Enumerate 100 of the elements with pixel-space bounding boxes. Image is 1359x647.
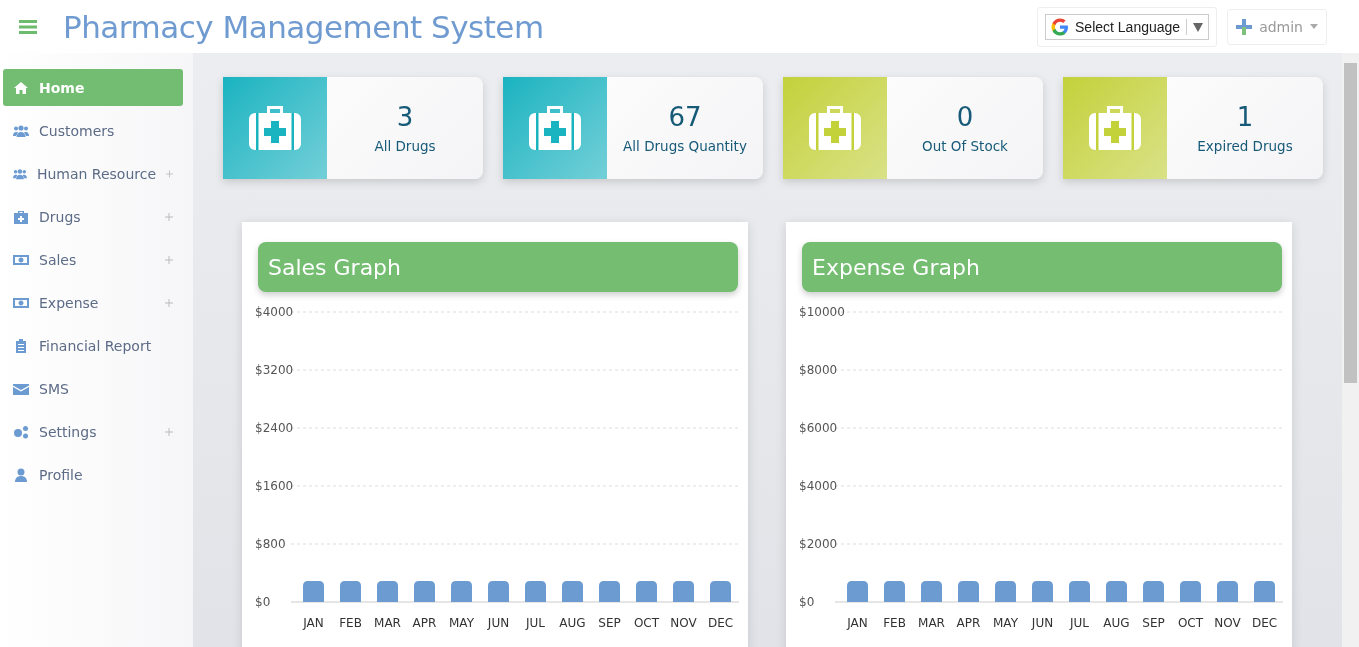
bar: [1032, 581, 1053, 602]
axis-tick-label: JUN: [1031, 616, 1054, 630]
caret-icon: [1310, 24, 1318, 29]
bar: [525, 581, 546, 602]
axis-tick-label: $0: [799, 595, 815, 609]
chart-header: Sales Graph: [258, 242, 738, 292]
medical-kit-icon: [529, 106, 581, 150]
bar: [1180, 581, 1201, 602]
stat-value: 0: [956, 102, 974, 132]
bar: [1106, 581, 1127, 602]
app-title: Pharmacy Management System: [63, 8, 544, 45]
google-logo-icon: [1051, 17, 1070, 36]
bar: [377, 581, 398, 602]
sidebar-item[interactable]: Financial Report: [3, 327, 183, 364]
scrollbar[interactable]: [1342, 53, 1359, 647]
plus-icon: [165, 298, 173, 307]
axis-tick-label: $2000: [799, 537, 838, 551]
bar: [488, 581, 509, 602]
bar: [1217, 581, 1238, 602]
dropdown-arrow-icon: [1193, 21, 1204, 32]
medical-kit-icon: [1089, 106, 1141, 150]
axis-tick-label: APR: [956, 616, 981, 630]
medical-kit-icon: [13, 209, 29, 224]
axis-tick-label: MAY: [993, 616, 1018, 630]
plus-icon: [166, 169, 173, 178]
axis-tick-label: $3200: [255, 363, 294, 377]
sidebar-item[interactable]: Expense: [3, 284, 183, 321]
axis-tick-label: OCT: [633, 616, 660, 630]
axis-tick-label: NOV: [1214, 616, 1241, 630]
axis-tick-label: OCT: [1177, 616, 1204, 630]
sidebar-item[interactable]: Settings: [3, 413, 183, 450]
axis-tick-label: MAY: [449, 616, 474, 630]
stat-label: Out Of Stock: [922, 138, 1008, 154]
axis-tick-label: MAR: [374, 616, 401, 630]
bar: [921, 581, 942, 602]
bar: [414, 581, 435, 602]
axis-tick-label: $2400: [255, 421, 294, 435]
axis-tick-label: $4000: [255, 305, 294, 319]
sidebar-item[interactable]: Sales: [3, 241, 183, 278]
bar: [884, 581, 905, 602]
bar: [303, 581, 324, 602]
sidebar-item[interactable]: Profile: [3, 456, 183, 493]
bar: [1069, 581, 1090, 602]
bar: [562, 581, 583, 602]
axis-tick-label: JAN: [303, 616, 324, 630]
axis-tick-label: SEP: [598, 616, 621, 630]
axis-tick-label: JUN: [487, 616, 510, 630]
plus-icon: [165, 212, 173, 221]
axis-tick-label: AUG: [1103, 616, 1130, 630]
stat-value: 67: [668, 102, 702, 132]
bar: [710, 581, 731, 602]
sidebar-item[interactable]: Customers: [3, 112, 183, 149]
banknote-icon: [13, 295, 29, 310]
axis-tick-label: $0: [255, 595, 271, 609]
axis-tick-label: AUG: [559, 616, 586, 630]
chart-header: Expense Graph: [802, 242, 1282, 292]
axis-tick-label: DEC: [1251, 616, 1278, 630]
logo-icon: [1236, 18, 1253, 35]
users-icon: [13, 123, 29, 138]
axis-tick-label: APR: [412, 616, 437, 630]
home-icon: [13, 80, 29, 95]
axis-tick-label: $6000: [799, 421, 838, 435]
stat-label: All Drugs: [374, 138, 436, 154]
bar: [847, 581, 868, 602]
bar: [599, 581, 620, 602]
bar: [673, 581, 694, 602]
user-icon: [13, 467, 29, 482]
bar: [1143, 581, 1164, 602]
bar: [995, 581, 1016, 602]
bar: [958, 581, 979, 602]
axis-tick-label: $4000: [799, 479, 838, 493]
axis-tick-label: SEP: [1142, 616, 1165, 630]
axis-tick-label: $8000: [799, 363, 838, 377]
medical-kit-icon: [249, 106, 301, 150]
clipboard-icon: [13, 338, 29, 353]
axis-tick-label: $10000: [799, 305, 845, 319]
axis-tick-label: JUL: [526, 616, 545, 630]
banknote-icon: [13, 252, 29, 267]
stat-label: Expired Drugs: [1197, 138, 1293, 154]
users-icon: [13, 166, 27, 181]
bar: [340, 581, 361, 602]
bar: [636, 581, 657, 602]
axis-tick-label: FEB: [339, 616, 362, 630]
axis-tick-label: DEC: [707, 616, 734, 630]
axis-tick-label: JAN: [847, 616, 868, 630]
axis-tick-label: $1600: [255, 479, 294, 493]
axis-tick-label: $800: [255, 537, 286, 551]
sidebar-item[interactable]: Drugs: [3, 198, 183, 235]
user-menu[interactable]: admin: [1227, 8, 1327, 45]
mail-icon: [13, 381, 29, 396]
sidebar-item[interactable]: Human Resource: [3, 155, 183, 192]
plus-icon: [165, 427, 173, 436]
axis-tick-label: MAR: [918, 616, 945, 630]
stat-value: 1: [1236, 102, 1254, 132]
language-select[interactable]: Select Language: [1045, 13, 1210, 40]
axis-tick-label: NOV: [670, 616, 697, 630]
stat-value: 3: [396, 102, 414, 132]
bar: [1254, 581, 1275, 602]
menu-icon[interactable]: [19, 19, 37, 34]
sidebar-item[interactable]: SMS: [3, 370, 183, 407]
